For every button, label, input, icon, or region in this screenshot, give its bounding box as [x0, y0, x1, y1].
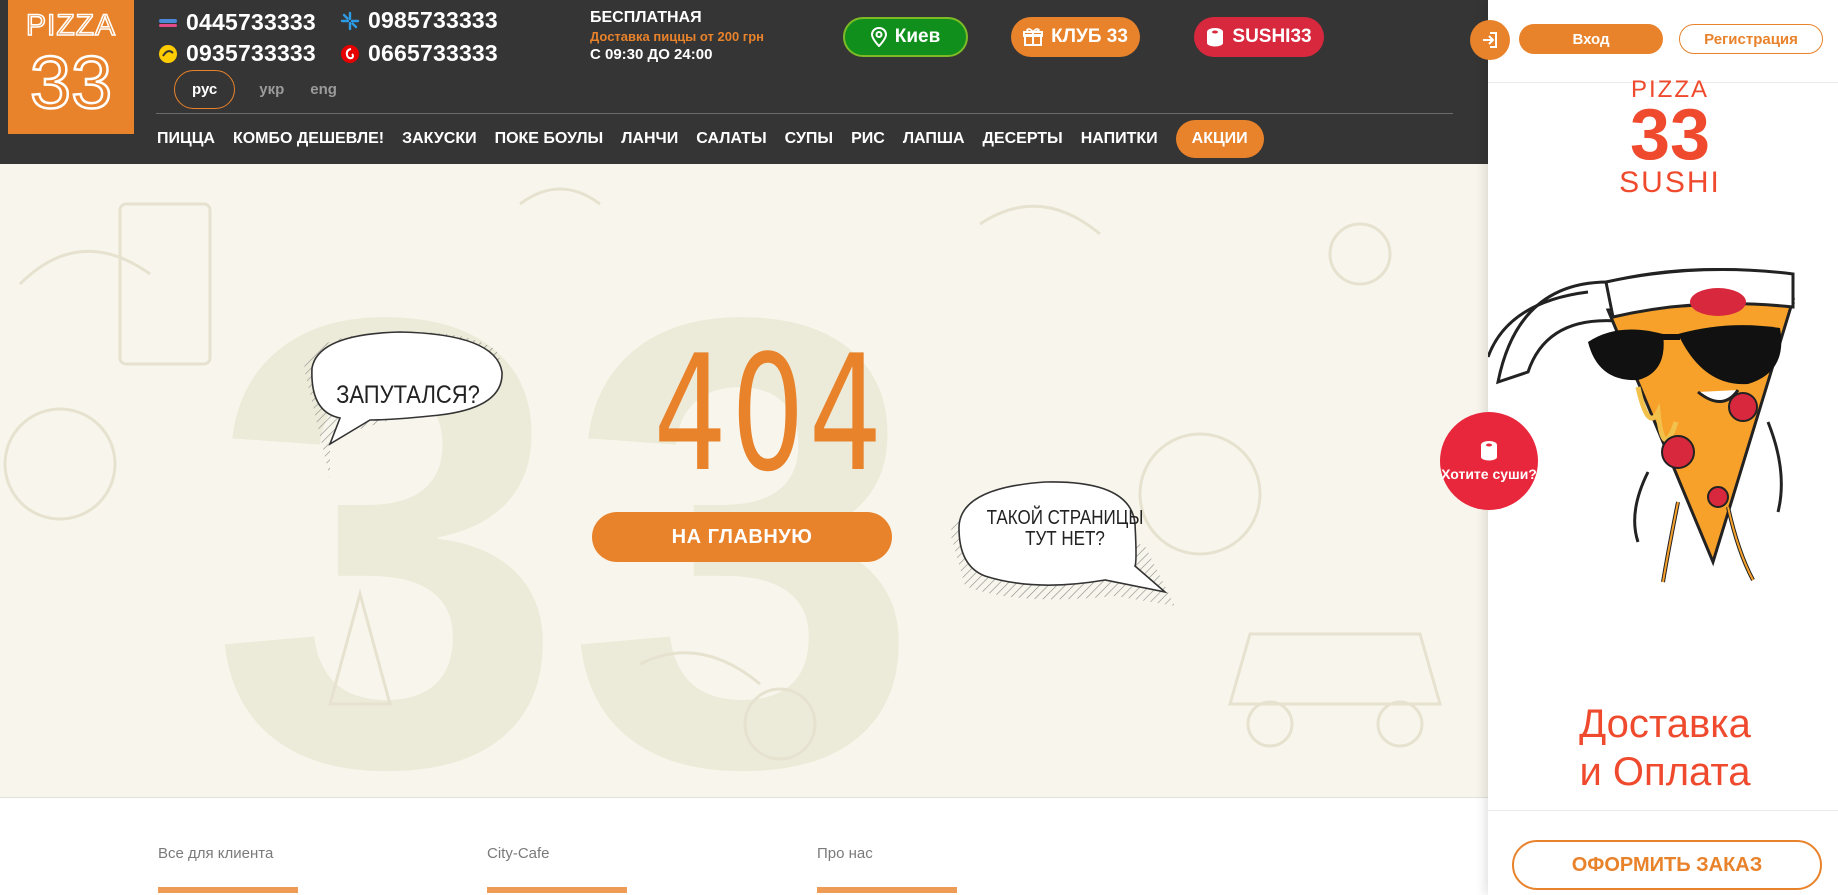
delivery-line1: БЕСПЛАТНАЯ — [590, 9, 702, 26]
phone-number: 0445733333 — [186, 8, 316, 35]
phone-2[interactable]: 0935733333 — [158, 38, 316, 68]
checkout-button[interactable]: ОФОРМИТЬ ЗАКАЗ — [1512, 840, 1822, 890]
panel-divider-bottom — [1488, 810, 1838, 811]
bubble-left-text: ЗАПУТАЛСЯ? — [336, 381, 480, 409]
delivery-title-line2: и Оплата — [1579, 750, 1751, 794]
header-divider — [156, 113, 1453, 114]
gift-icon — [1023, 28, 1044, 46]
footer-col-client: Все для клиента — [158, 845, 274, 862]
sushi-roll-icon — [1481, 440, 1497, 460]
lang-en[interactable]: eng — [310, 81, 337, 98]
bubble-right-line2: ТУТ НЕТ? — [1025, 528, 1105, 550]
city-label: Киев — [894, 26, 941, 47]
nav-promotions[interactable]: АКЦИИ — [1175, 120, 1264, 158]
login-toggle-button[interactable] — [1470, 20, 1510, 60]
footer-link-partial[interactable] — [487, 887, 627, 893]
club33-button[interactable]: КЛУБ 33 — [1011, 17, 1140, 57]
delivery-title-line1: Доставка — [1579, 702, 1751, 746]
footer-link-partial[interactable] — [158, 887, 298, 893]
sushi-roll-icon — [1207, 28, 1224, 47]
phone-3[interactable]: 0985733333 — [340, 5, 498, 35]
club-label: КЛУБ 33 — [1051, 26, 1128, 47]
lang-ru[interactable]: рус — [174, 70, 236, 109]
footer-col-citycafe: City-Cafe — [487, 845, 550, 862]
sushi-logo-line2: 33 — [1629, 95, 1711, 175]
sushi-logo-line3: SUSHI — [1619, 166, 1721, 199]
sushi-prompt-text: Хотите суши? — [1441, 465, 1537, 482]
delivery-hours: С 09:30 ДО 24:00 — [590, 45, 713, 63]
logo-text-top: PIZZA — [26, 9, 116, 42]
sushi33-button[interactable]: SUSHI33 — [1194, 17, 1324, 57]
phone-number: 0665733333 — [368, 39, 498, 66]
location-pin-icon — [870, 27, 887, 47]
bubble-right-line1: ТАКОЙ СТРАНИЦЫ — [986, 507, 1144, 529]
bubble-right-text: ТАКОЙ СТРАНИЦЫ ТУТ НЕТ? — [984, 508, 1146, 550]
nav-combo[interactable]: КОМБО ДЕШЕВЛЕ! — [233, 130, 384, 148]
nav-soups[interactable]: СУПЫ — [785, 130, 833, 148]
delivery-info: БЕСПЛАТНАЯ Доставка пиццы от 200 грн С 0… — [590, 9, 790, 63]
delivery-payment-link[interactable]: Доставка и Оплата — [1540, 700, 1790, 796]
nav-drinks[interactable]: НАПИТКИ — [1081, 130, 1158, 148]
logo-text-num: 33 — [30, 41, 112, 124]
nav-noodles[interactable]: ЛАПША — [903, 130, 965, 148]
site-header: PIZZA 33 0445733333 0935733333 098573333… — [0, 0, 1488, 164]
login-button[interactable]: Вход — [1519, 24, 1663, 54]
vodafone-icon — [340, 43, 360, 63]
lifecell-icon — [158, 12, 178, 32]
nav-lunches[interactable]: ЛАНЧИ — [621, 130, 678, 148]
logo-graphic: PIZZA 33 — [8, 0, 134, 134]
site-footer: Все для клиента City-Cafe Про нас — [0, 799, 1488, 895]
pizza33-logo[interactable]: PIZZA 33 — [8, 0, 134, 134]
footer-link-partial[interactable] — [817, 887, 957, 893]
nav-desserts[interactable]: ДЕСЕРТЫ — [983, 130, 1063, 148]
footer-col-about: Про нас — [817, 845, 873, 862]
want-sushi-button[interactable]: Хотите суши? — [1440, 412, 1538, 510]
nav-pizza[interactable]: ПИЦЦА — [157, 130, 215, 148]
phone-4[interactable]: 0665733333 — [340, 38, 498, 68]
language-switcher: рус укр eng — [174, 70, 363, 109]
error-code: 404 — [653, 320, 887, 507]
pizza33-sushi-logo[interactable]: PIZZA 33 SUSHI — [1600, 78, 1740, 198]
lang-uk[interactable]: укр — [259, 81, 284, 98]
phone-1[interactable]: 0445733333 — [158, 7, 316, 37]
kyivstar-icon — [340, 10, 360, 31]
nav-salads[interactable]: САЛАТЫ — [696, 130, 766, 148]
login-icon — [1483, 32, 1497, 48]
city-selector-button[interactable]: Киев — [843, 17, 968, 57]
go-home-button[interactable]: НА ГЛАВНУЮ — [592, 512, 892, 562]
sushi-label: SUSHI33 — [1232, 26, 1312, 47]
delivery-line2: Доставка пиццы от 200 грн — [590, 28, 765, 44]
lifecell-yellow-icon — [158, 43, 178, 63]
nav-rice[interactable]: РИС — [851, 130, 885, 148]
register-button[interactable]: Регистрация — [1679, 24, 1823, 54]
pizza-mascot-illustration — [1488, 268, 1796, 583]
main-nav: ПИЦЦА КОМБО ДЕШЕВЛЕ! ЗАКУСКИ ПОКЕ БОУЛЫ … — [157, 120, 1282, 158]
nav-snacks[interactable]: ЗАКУСКИ — [402, 130, 477, 148]
phone-number: 0985733333 — [368, 6, 498, 33]
error-page-content: 33 ЗАПУТАЛСЯ? ТАКОЙ СТРАНИЦЫ ТУТ НЕТ? 40… — [0, 164, 1488, 798]
phone-number: 0935733333 — [186, 39, 316, 66]
nav-poke-bowls[interactable]: ПОКЕ БОУЛЫ — [495, 130, 604, 148]
